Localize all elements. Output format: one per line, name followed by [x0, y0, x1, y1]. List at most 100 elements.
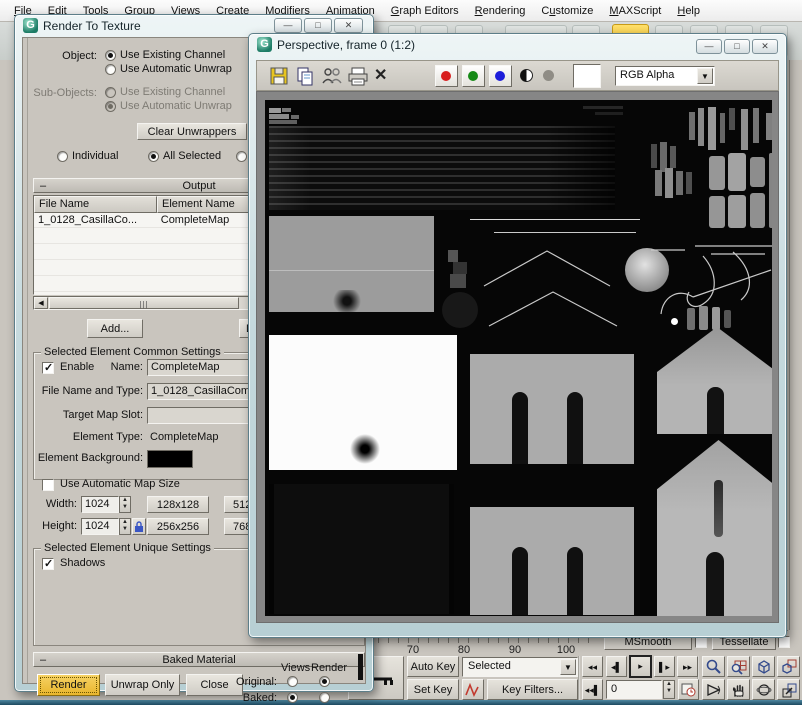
width-field[interactable]: 1024: [81, 496, 119, 513]
baked-render-radio[interactable]: [319, 692, 330, 703]
target-map-slot-label: Target Map Slot:: [33, 409, 143, 421]
print-image-button[interactable]: [347, 66, 369, 89]
maximize-viewport-button[interactable]: [777, 679, 800, 700]
play-button[interactable]: ▸: [629, 655, 652, 678]
rollout-scrollbar-thumb[interactable]: [358, 654, 363, 680]
default-tangents-button[interactable]: [462, 679, 484, 700]
clone-icon: [321, 66, 343, 86]
all-prepared-radio[interactable]: [236, 151, 247, 162]
previous-frame-button[interactable]: ◂▌: [606, 656, 627, 677]
height-field[interactable]: 1024: [81, 518, 119, 535]
dropdown-arrow-icon[interactable]: ▼: [697, 68, 713, 84]
clone-rendered-frame-button[interactable]: [321, 66, 343, 89]
max-logo-icon: G: [257, 37, 272, 52]
element-background-swatch[interactable]: [147, 450, 193, 468]
dialog-title: Render To Texture: [43, 19, 141, 33]
width-spinner[interactable]: ▲▼: [119, 496, 131, 513]
output-column-header[interactable]: File Name: [34, 196, 157, 213]
go-to-end-button[interactable]: ▸▸: [677, 656, 698, 677]
blue-channel-button[interactable]: [489, 65, 512, 87]
all-selected-label: All Selected: [163, 150, 221, 162]
object-existing-radio[interactable]: [105, 50, 116, 61]
alpha-channel-button[interactable]: [519, 68, 534, 86]
maximize-viewport-icon: [781, 682, 797, 698]
scroll-left-icon[interactable]: ◀: [34, 297, 48, 309]
minimize-button[interactable]: —: [696, 39, 722, 54]
key-mode-button[interactable]: ◂◂▌: [582, 679, 603, 700]
all-selected-radio[interactable]: [148, 151, 159, 162]
baked-views-radio[interactable]: [287, 692, 298, 703]
render-column-label: Render: [311, 662, 347, 674]
green-channel-button[interactable]: [462, 65, 485, 87]
pan-hand-icon: [731, 682, 747, 698]
render-button[interactable]: Render: [37, 674, 100, 696]
field-of-view-button[interactable]: [702, 679, 725, 700]
enable-label: Enable: [60, 361, 94, 373]
enable-checkbox[interactable]: [42, 362, 54, 374]
close-button[interactable]: ✕: [334, 18, 363, 33]
current-frame-field[interactable]: 0: [606, 680, 662, 699]
unwrap-only-button[interactable]: Unwrap Only: [105, 674, 180, 696]
original-views-radio[interactable]: [287, 676, 298, 687]
curve-icon: [465, 683, 481, 697]
views-column-label: Views: [281, 662, 310, 674]
zoom-extents-all-button[interactable]: [777, 656, 800, 677]
key-filter-dropdown[interactable]: Selected ▼: [462, 657, 578, 677]
next-frame-button[interactable]: ▌▸: [654, 656, 675, 677]
height-label: Height:: [33, 520, 77, 532]
frame-spinner[interactable]: ▲▼: [663, 680, 675, 699]
shadows-checkbox[interactable]: [42, 558, 54, 570]
zoom-button[interactable]: [702, 656, 725, 677]
auto-key-button[interactable]: Auto Key: [407, 656, 459, 677]
maximize-button[interactable]: □: [724, 39, 750, 54]
save-image-button[interactable]: [269, 66, 289, 89]
object-unwrap-radio[interactable]: [105, 64, 116, 75]
height-spinner[interactable]: ▲▼: [119, 518, 131, 535]
unique-settings-title: Selected Element Unique Settings: [41, 542, 214, 554]
arc-rotate-button[interactable]: [752, 679, 775, 700]
zoom-icon: [706, 659, 722, 675]
lock-aspect-button[interactable]: [132, 518, 146, 535]
add-element-button[interactable]: Add...: [87, 319, 143, 338]
size-256-button[interactable]: 256x256: [147, 518, 209, 535]
time-configuration-button[interactable]: [678, 679, 699, 700]
set-key-button[interactable]: Set Key: [407, 679, 459, 700]
monochrome-button[interactable]: [543, 70, 554, 81]
common-settings-title: Selected Element Common Settings: [41, 346, 224, 358]
fov-icon: [706, 682, 722, 698]
size-128-button[interactable]: 128x128: [147, 496, 209, 513]
go-to-start-button[interactable]: ◂◂: [582, 656, 603, 677]
scrollbar-thumb[interactable]: |||: [49, 297, 239, 309]
output-column-header[interactable]: Element Name: [157, 196, 257, 213]
window-bottom-edge: [0, 700, 802, 705]
original-label: Original:: [229, 676, 277, 688]
dropdown-arrow-icon[interactable]: ▼: [560, 659, 576, 675]
pan-button[interactable]: [727, 679, 750, 700]
zoom-all-icon: [731, 659, 747, 675]
copy-image-button[interactable]: [295, 66, 315, 89]
menu-rendering[interactable]: Rendering: [467, 3, 534, 19]
minimize-button[interactable]: —: [274, 18, 302, 33]
auto-map-size-checkbox[interactable]: [42, 479, 54, 491]
red-channel-button[interactable]: [435, 65, 458, 87]
menu-graph-editors[interactable]: Graph Editors: [383, 3, 467, 19]
subobject-existing-label: Use Existing Channel: [120, 86, 225, 98]
individual-radio[interactable]: [57, 151, 68, 162]
background-color-swatch[interactable]: [573, 64, 601, 88]
arc-rotate-icon: [756, 682, 772, 698]
close-button[interactable]: ✕: [752, 39, 778, 54]
render-canvas: [256, 91, 779, 623]
maximize-button[interactable]: □: [304, 18, 332, 33]
zoom-all-button[interactable]: [727, 656, 750, 677]
zoom-extents-button[interactable]: [752, 656, 775, 677]
menu-help[interactable]: Help: [669, 3, 708, 19]
lock-icon: [134, 521, 144, 533]
menu-maxscript[interactable]: MAXScript: [601, 3, 669, 19]
key-filters-button[interactable]: Key Filters...: [487, 679, 578, 700]
original-render-radio[interactable]: [319, 676, 330, 687]
channel-display-dropdown[interactable]: RGB Alpha ▼: [615, 66, 715, 86]
save-icon: [269, 66, 289, 86]
clear-button[interactable]: ✕: [374, 65, 387, 85]
menu-customize[interactable]: Customize: [533, 3, 601, 19]
clear-unwrappers-button[interactable]: Clear Unwrappers: [137, 123, 247, 140]
